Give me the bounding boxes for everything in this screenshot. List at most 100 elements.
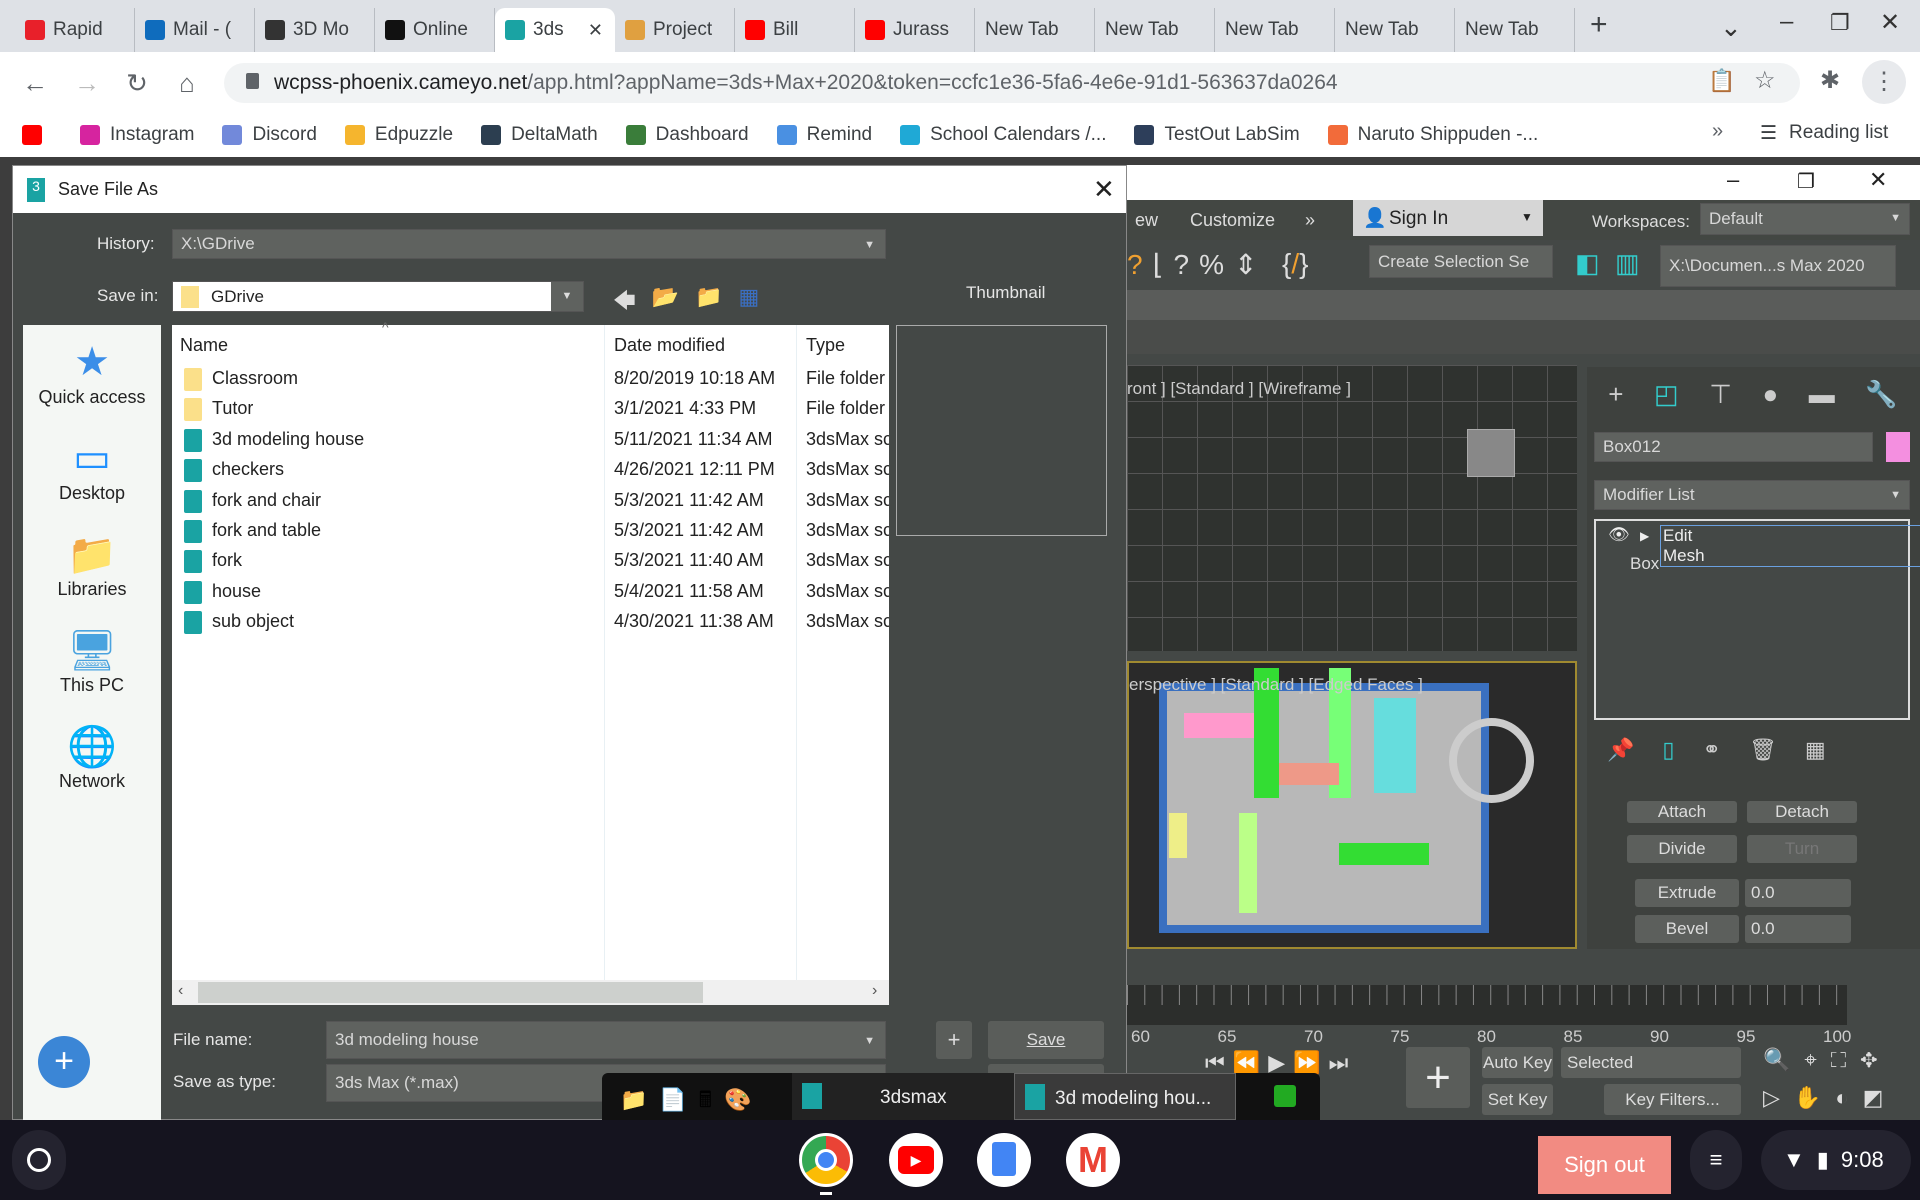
tab[interactable]: New Tab <box>1335 8 1455 52</box>
bookmark-star-icon[interactable]: ☆ <box>1754 66 1776 95</box>
eye-icon[interactable]: 👁 <box>1608 525 1630 545</box>
tab-close-icon[interactable]: ✕ <box>588 20 603 41</box>
tab[interactable]: 3ds ✕ <box>495 8 615 52</box>
tab[interactable]: Project <box>615 8 735 52</box>
object-name-field[interactable]: Box012 <box>1594 432 1873 462</box>
scroll-right-icon[interactable]: › <box>872 982 877 1000</box>
front-viewport-label[interactable]: ront ] [Standard ] [Wireframe ] <box>1127 379 1351 399</box>
column-header-name[interactable]: Name <box>180 335 228 356</box>
mirror-icon[interactable]: ◧ <box>1575 248 1600 279</box>
align-icon[interactable]: ▥ <box>1615 248 1640 279</box>
named-selection-icon[interactable]: {/} <box>1282 248 1309 280</box>
column-header-type[interactable]: Type <box>806 335 845 356</box>
file-name-input[interactable]: 3d modeling house ▼ <box>326 1021 886 1059</box>
launcher-button[interactable] <box>12 1130 66 1190</box>
selection-set-dropdown[interactable]: Create Selection Se <box>1369 245 1553 278</box>
history-dropdown[interactable]: X:\GDrive ▼ <box>172 229 886 259</box>
save-in-dropdown[interactable]: GDrive ▼ <box>172 281 584 312</box>
place-libraries[interactable]: 📁 Libraries <box>23 531 161 600</box>
tab[interactable]: New Tab <box>975 8 1095 52</box>
back-icon[interactable]: ← <box>18 66 52 100</box>
bookmark[interactable]: TestOut LabSim <box>1134 124 1300 146</box>
max-minimize-icon[interactable]: – <box>1727 167 1739 193</box>
bookmark[interactable]: DeltaMath <box>481 124 598 146</box>
viewcube-front-icon[interactable] <box>1467 429 1515 477</box>
tab[interactable]: New Tab <box>1455 8 1575 52</box>
remove-modifier-icon[interactable]: 🗑 <box>1749 737 1777 763</box>
divide-button[interactable]: Divide <box>1627 835 1737 863</box>
make-unique-icon[interactable]: ⚭ <box>1703 737 1721 763</box>
place-network[interactable]: 🌐 Network <box>23 723 161 792</box>
taskbar-item-3dsmax[interactable]: 3dsmax <box>792 1073 1014 1120</box>
create-tab-icon[interactable]: + <box>1608 379 1623 419</box>
address-bar[interactable]: wcpss-phoenix.cameyo.net/app.html?appNam… <box>224 63 1800 103</box>
object-color-swatch[interactable] <box>1886 432 1910 462</box>
menu-more[interactable]: » <box>1305 210 1315 231</box>
bevel-spinner[interactable]: 0.0 <box>1745 915 1851 943</box>
menu-icon[interactable]: ⋮ <box>1862 60 1906 104</box>
bookmark[interactable]: Dashboard <box>625 124 749 146</box>
file-row[interactable]: fork 5/3/2021 11:40 AM 3dsMax scene <box>172 547 889 577</box>
tab[interactable]: New Tab <box>1095 8 1215 52</box>
youtube-app-icon[interactable]: ▶ <box>889 1133 943 1187</box>
dialog-close-icon[interactable]: ✕ <box>1093 174 1115 205</box>
front-viewport[interactable]: ront ] [Standard ] [Wireframe ] <box>1127 365 1577 651</box>
max-restore-icon[interactable]: ❐ <box>1797 169 1815 194</box>
set-key-button[interactable]: Set Key <box>1482 1084 1553 1115</box>
file-row[interactable]: Tutor 3/1/2021 4:33 PM File folder <box>172 395 889 425</box>
menu-view[interactable]: ew <box>1135 210 1158 231</box>
extrude-spinner[interactable]: 0.0 <box>1745 879 1851 907</box>
viewcube-top-icon[interactable] <box>1449 718 1534 803</box>
menu-customize[interactable]: Customize <box>1190 210 1275 231</box>
tab[interactable]: New Tab <box>1215 8 1335 52</box>
tab[interactable]: Online <box>375 8 495 52</box>
bookmark[interactable]: Instagram <box>80 124 194 146</box>
utilities-tab-icon[interactable]: 🔧 <box>1865 379 1897 419</box>
modifier-list-dropdown[interactable]: Modifier List ▼ <box>1594 480 1910 510</box>
pin-icon[interactable]: 📌 <box>1607 737 1634 763</box>
tab[interactable]: Bill <box>735 8 855 52</box>
restore-icon[interactable]: ❐ <box>1830 10 1850 36</box>
reading-list[interactable]: ☰ Reading list <box>1760 122 1888 145</box>
file-row[interactable]: Classroom 8/20/2019 10:18 AM File folder <box>172 365 889 395</box>
auto-key-button[interactable]: Auto Key <box>1482 1047 1553 1078</box>
file-row[interactable]: fork and chair 5/3/2021 11:42 AM 3dsMax sc… <box>172 487 889 517</box>
hierarchy-tab-icon[interactable]: ⊤ <box>1709 379 1732 419</box>
modify-tab-icon[interactable]: ◰ <box>1654 379 1679 419</box>
reload-icon[interactable]: ↻ <box>120 66 154 100</box>
configure-icon[interactable]: ▦ <box>1805 737 1826 763</box>
motion-tab-icon[interactable]: ● <box>1762 379 1778 419</box>
place-this-pc[interactable]: 🖥 This PC <box>23 627 161 696</box>
place-desktop[interactable]: ▭ Desktop <box>23 435 161 504</box>
file-row[interactable]: house 5/4/2021 11:58 AM 3dsMax scene <box>172 578 889 608</box>
scrollbar-thumb[interactable] <box>198 982 703 1003</box>
docs-app-icon[interactable] <box>977 1133 1031 1187</box>
sign-in-dropdown[interactable]: 👤 Sign In ▼ <box>1353 200 1543 236</box>
chrome-app-icon[interactable] <box>799 1133 853 1187</box>
new-tab-button[interactable]: + <box>1590 8 1608 42</box>
set-key-icon[interactable]: + <box>1406 1047 1470 1108</box>
minimize-icon[interactable]: – <box>1780 8 1793 36</box>
tab[interactable]: Rapid <box>15 8 135 52</box>
bevel-button[interactable]: Bevel <box>1635 915 1739 943</box>
perspective-viewport[interactable]: erspective ] [Standard ] [Edged Faces ] <box>1127 661 1577 949</box>
new-folder-icon[interactable]: 📁 <box>695 284 722 322</box>
file-row[interactable]: 3d modeling house 5/11/2021 11:34 AM 3dsMa… <box>172 426 889 456</box>
file-row[interactable]: checkers 4/26/2021 12:11 PM 3dsMax scene <box>172 456 889 486</box>
stack-item-box[interactable]: Box <box>1630 554 1659 574</box>
expand-icon[interactable]: ▶ <box>1640 529 1649 543</box>
bookmark[interactable]: Edpuzzle <box>344 124 453 146</box>
column-header-date[interactable]: Date modified <box>614 335 725 356</box>
tab[interactable]: Mail - ( <box>135 8 255 52</box>
viewport-nav-icons[interactable]: 🔍⌖⛶✥ <box>1763 1047 1892 1073</box>
more-bookmarks[interactable]: » <box>1712 120 1723 143</box>
view-menu-icon[interactable]: ▦ <box>739 284 760 322</box>
bookmark[interactable]: Discord <box>222 124 317 146</box>
save-button[interactable]: Save <box>988 1021 1104 1059</box>
file-row[interactable]: sub object 4/30/2021 11:38 AM 3dsMax scene <box>172 608 889 638</box>
home-icon[interactable]: ⌂ <box>170 66 204 100</box>
extrude-button[interactable]: Extrude <box>1635 879 1739 907</box>
increment-filename-button[interactable]: + <box>936 1021 972 1059</box>
workspace-dropdown[interactable]: Default ▼ <box>1700 203 1910 235</box>
file-row[interactable]: fork and table 5/3/2021 11:42 AM 3dsMax sc… <box>172 517 889 547</box>
